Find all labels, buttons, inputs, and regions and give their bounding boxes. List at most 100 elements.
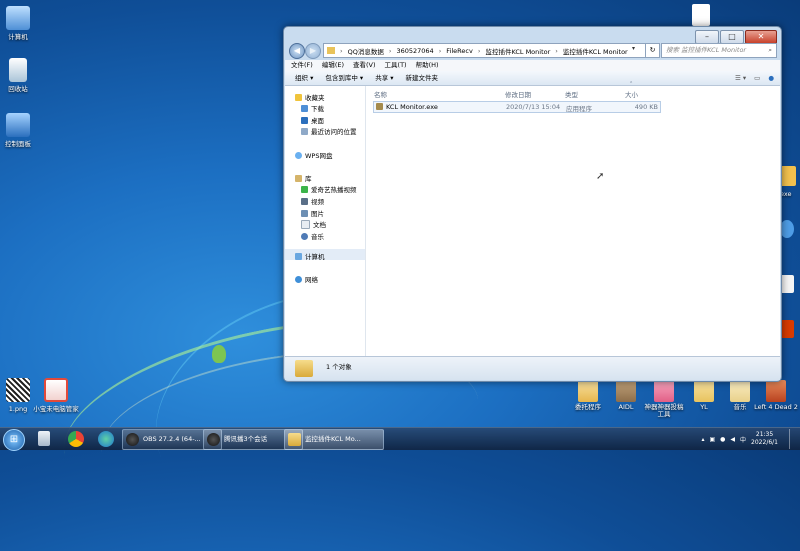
desktop-icon-pc-manager[interactable]: 小宝未电脑管家	[26, 378, 86, 413]
menu-help[interactable]: 帮助(H)	[416, 60, 439, 71]
nav-iqiyi-videos[interactable]: 爱奇艺热播视频	[301, 184, 357, 194]
folder-icon	[288, 433, 301, 446]
address-dropdown-icon[interactable]: ▾	[632, 45, 635, 52]
include-in-library-button[interactable]: 包含到库中 ▾	[325, 71, 363, 85]
desktop-document-icon[interactable]	[692, 4, 710, 26]
desktop-icon	[301, 116, 308, 124]
nav-favorites[interactable]: 收藏夹	[295, 92, 325, 102]
nav-desktop[interactable]: 桌面	[301, 115, 324, 125]
explorer-content: 收藏夹 下载 桌面 最近访问的位置 WPS网盘 库 爱奇艺热播视频 视频 图片 …	[285, 81, 780, 357]
nav-network[interactable]: 网络	[295, 274, 318, 284]
file-manager-icon[interactable]	[38, 431, 50, 446]
pc-manager-icon	[44, 378, 68, 402]
edge-icon[interactable]	[98, 431, 114, 447]
picture-icon	[301, 209, 308, 217]
computer-icon	[295, 252, 302, 260]
show-desktop-button[interactable]	[789, 429, 798, 449]
forward-button[interactable]: ▶	[305, 43, 321, 59]
breadcrumb-separator-icon: ›	[438, 46, 442, 55]
desktop-icon-computer[interactable]: 计算机	[0, 6, 48, 41]
taskbar-button-explorer[interactable]: 监控插件KCL Mo...	[284, 429, 384, 450]
menu-file[interactable]: 文件(F)	[291, 60, 313, 71]
downloads-icon	[301, 104, 308, 112]
column-header-size[interactable]: 大小	[625, 89, 638, 99]
desktop-icon-control-panel[interactable]: 控制面板	[0, 113, 48, 148]
column-headers: 名称 修改日期 类型 大小 ⌃	[374, 81, 770, 99]
chat-app-icon	[207, 433, 220, 446]
input-method-icon[interactable]: 中	[740, 435, 746, 444]
nav-recent-places[interactable]: 最近访问的位置	[301, 126, 357, 136]
computer-icon	[6, 6, 30, 30]
breadcrumb-item[interactable]: FileRecv	[446, 47, 473, 55]
desktop-icon-label: 计算机	[8, 33, 28, 41]
refresh-button[interactable]: ↻	[645, 43, 660, 58]
nav-videos[interactable]: 视频	[301, 196, 324, 206]
breadcrumb-item[interactable]: 360527064	[396, 47, 433, 55]
file-size: 490 KB	[634, 103, 658, 111]
menu-bar: 文件(F) 编辑(E) 查看(V) 工具(T) 帮助(H)	[285, 60, 780, 71]
breadcrumb-separator-icon: ›	[388, 46, 392, 55]
clock[interactable]: 21:35 2022/6/1	[751, 431, 778, 447]
menu-view[interactable]: 查看(V)	[353, 60, 376, 71]
view-options-icon[interactable]: ☰ ▾	[735, 71, 746, 85]
file-name: KCL Monitor.exe	[386, 103, 438, 111]
desktop-icon-upload-tool[interactable]: 神器神器投稿工具	[642, 380, 686, 418]
address-bar[interactable]: › QQ消息数据 › 360527064 › FileRecv › 监控插件KC…	[323, 43, 646, 58]
desktop-app-icon[interactable]	[780, 166, 796, 186]
desktop-icon-left4dead2[interactable]: Left 4 Dead 2	[754, 380, 798, 411]
folder-icon	[694, 380, 714, 402]
breadcrumb-item[interactable]: 监控插件KCL Monitor	[563, 46, 628, 56]
tray-app-icon[interactable]: ●	[720, 436, 725, 443]
nav-documents[interactable]: 文档	[301, 219, 326, 229]
share-button[interactable]: 共享 ▾	[375, 71, 393, 85]
column-header-type[interactable]: 类型	[565, 89, 578, 99]
nav-libraries[interactable]: 库	[295, 173, 312, 183]
desktop-icon-label: Left 4 Dead 2	[754, 403, 798, 411]
tray-expand-icon[interactable]: ▴	[701, 436, 704, 443]
folder-icon	[327, 47, 335, 54]
breadcrumb-item[interactable]: QQ消息数据	[348, 46, 384, 56]
navigation-pane: 收藏夹 下载 桌面 最近访问的位置 WPS网盘 库 爱奇艺热播视频 视频 图片 …	[285, 86, 366, 357]
column-header-name[interactable]: 名称	[374, 89, 387, 99]
recycle-bin-icon	[9, 58, 27, 82]
exe-file-icon	[376, 103, 383, 110]
desktop-file-icon[interactable]	[780, 275, 794, 293]
menu-edit[interactable]: 编辑(E)	[322, 60, 344, 71]
upload-tool-icon	[654, 380, 674, 402]
cloud-icon	[295, 151, 302, 159]
breadcrumb-item[interactable]: 监控插件KCL Monitor	[485, 46, 550, 56]
preview-pane-icon[interactable]: ▭	[754, 71, 760, 85]
new-folder-button[interactable]: 新建文件夹	[406, 71, 439, 85]
document-icon	[301, 219, 310, 229]
obs-icon	[126, 433, 139, 446]
clock-date: 2022/6/1	[751, 439, 778, 446]
desktop-app-icon[interactable]	[780, 320, 794, 338]
file-modified: 2020/7/13 15:04	[506, 103, 561, 111]
nav-wps-cloud[interactable]: WPS网盘	[295, 150, 332, 160]
nav-downloads[interactable]: 下载	[301, 103, 324, 113]
chrome-icon[interactable]	[68, 431, 84, 447]
desktop-icon-label: 小宝未电脑管家	[33, 405, 79, 413]
file-row[interactable]: KCL Monitor.exe 2020/7/13 15:04 应用程序 490…	[373, 101, 661, 113]
desktop-app-icon[interactable]	[780, 220, 794, 238]
file-type: 应用程序	[566, 105, 592, 113]
command-bar: 组织 ▾ 包含到库中 ▾ 共享 ▾ 新建文件夹 ☰ ▾ ▭ ●	[285, 71, 780, 86]
folder-icon	[730, 380, 750, 402]
volume-icon[interactable]: ◀	[730, 436, 735, 443]
nav-music[interactable]: 音乐	[301, 231, 324, 241]
nav-computer[interactable]: 计算机	[295, 251, 325, 261]
search-input[interactable]: 搜索 监控插件KCL Monitor ⌕	[661, 43, 777, 58]
help-icon[interactable]: ●	[768, 71, 774, 85]
star-icon	[295, 93, 302, 101]
menu-tools[interactable]: 工具(T)	[385, 60, 407, 71]
back-button[interactable]: ◀	[289, 43, 305, 59]
network-status-icon[interactable]: ▣	[709, 436, 715, 443]
desktop-icon-recycle-bin[interactable]: 回收站	[0, 58, 48, 93]
column-header-modified[interactable]: 修改日期	[505, 89, 531, 99]
start-button[interactable]: ⊞	[3, 429, 25, 451]
clock-time: 21:35	[755, 431, 774, 438]
breadcrumb-separator-icon: ›	[340, 46, 343, 55]
control-panel-icon	[6, 113, 30, 137]
organize-button[interactable]: 组织 ▾	[295, 71, 313, 85]
nav-pictures[interactable]: 图片	[301, 208, 324, 218]
